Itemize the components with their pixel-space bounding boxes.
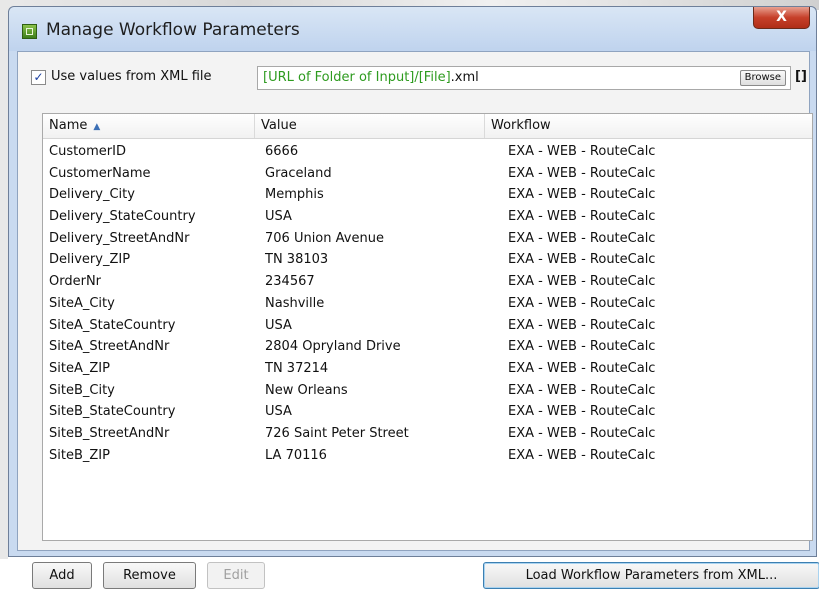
cell-value: 234567 [265, 274, 315, 290]
column-header-value[interactable]: Value [255, 114, 485, 138]
xml-path-suffix: .xml [450, 70, 479, 85]
cell-value: 2804 Opryland Drive [265, 339, 401, 355]
cell-value: 706 Union Avenue [265, 230, 384, 246]
cell-workflow: EXA - WEB - RouteCalc [508, 209, 656, 225]
cell-name: SiteA_City [49, 295, 115, 311]
sort-ascending-icon: ▲ [93, 122, 101, 132]
cell-name: SiteA_StreetAndNr [49, 339, 170, 355]
table-header: Name ▲ Value Workflow [43, 114, 812, 139]
table-row[interactable]: SiteA_ZIP TN 37214 EXA - WEB - RouteCalc [43, 358, 812, 380]
cell-value: USA [265, 404, 292, 420]
cell-value: TN 37214 [265, 360, 329, 376]
table-row[interactable]: Delivery_StreetAndNr 706 Union Avenue EXA … [43, 228, 812, 250]
use-xml-checkbox[interactable]: ✓ [31, 70, 46, 85]
cell-name: CustomerID [49, 144, 126, 159]
cell-workflow: EXA - WEB - RouteCalc [508, 144, 656, 159]
table-row[interactable]: SiteB_StateCountry USA EXA - WEB - RouteCa… [43, 401, 812, 423]
table-row[interactable]: SiteB_City New Orleans EXA - WEB - RouteCa… [43, 380, 812, 402]
cell-workflow: EXA - WEB - RouteCalc [508, 447, 656, 463]
cell-value: USA [265, 209, 292, 225]
add-button[interactable]: Add [32, 562, 92, 589]
dialog-content: ✓ Use values from XML file [URL of Folde… [17, 51, 819, 589]
column-header-name[interactable]: Name ▲ [43, 114, 255, 138]
cell-name: Delivery_ZIP [49, 252, 131, 268]
cell-name: Delivery_City [49, 187, 135, 203]
cell-name: SiteB_StreetAndNr [49, 425, 170, 441]
cell-workflow: EXA - WEB - RouteCalc [508, 187, 656, 203]
table-row[interactable]: Delivery_ZIP TN 38103 EXA - WEB - RouteCal… [43, 249, 812, 271]
load-workflow-parameters-button[interactable]: Load Workflow Parameters from XML... [483, 562, 819, 589]
cell-workflow: EXA - WEB - RouteCalc [508, 165, 656, 181]
cell-workflow: EXA - WEB - RouteCalc [508, 404, 656, 420]
table-row[interactable]: SiteB_StreetAndNr 726 Saint Peter Street E… [43, 423, 812, 445]
table-row[interactable]: CustomerID 6666 EXA - WEB - RouteCalc [43, 141, 812, 163]
column-header-workflow[interactable]: Workflow [485, 114, 814, 138]
xml-path-variable: [URL of Folder of Input]/[File] [263, 70, 451, 85]
cell-workflow: EXA - WEB - RouteCalc [508, 295, 656, 311]
parameters-table: Name ▲ Value Workflow CustomerID 6666 EXA -… [42, 113, 813, 541]
browse-button[interactable]: Browse [739, 70, 786, 86]
table-row[interactable]: Delivery_City Memphis EXA - WEB - RouteCal… [43, 184, 812, 206]
cell-value: LA 70116 [265, 447, 327, 463]
table-row[interactable]: SiteB_ZIP LA 70116 EXA - WEB - RouteCalc [43, 445, 812, 467]
cell-value: Memphis [265, 187, 324, 203]
variable-insert-button[interactable]: [] [795, 69, 807, 84]
cell-name: SiteB_City [49, 382, 115, 398]
column-header-name-label: Name [49, 118, 88, 133]
remove-button[interactable]: Remove [103, 562, 196, 589]
table-row[interactable]: OrderNr 234567 EXA - WEB - RouteCalc [43, 271, 812, 293]
xml-path-input[interactable]: [URL of Folder of Input]/[File].xml Brow… [257, 66, 791, 90]
cell-value: New Orleans [265, 382, 348, 398]
table-row[interactable]: SiteA_StateCountry USA EXA - WEB - RouteCa… [43, 315, 812, 337]
cell-name: Delivery_StateCountry [49, 209, 196, 225]
cell-workflow: EXA - WEB - RouteCalc [508, 252, 656, 268]
dialog-window: Manage Workflow Parameters X ✓ Use value… [8, 6, 819, 589]
edit-button[interactable]: Edit [207, 562, 265, 589]
cell-workflow: EXA - WEB - RouteCalc [508, 382, 656, 398]
cell-workflow: EXA - WEB - RouteCalc [508, 317, 656, 333]
cell-name: SiteA_StateCountry [49, 317, 176, 333]
cell-value: Nashville [265, 295, 325, 311]
table-row[interactable]: CustomerName Graceland EXA - WEB - RouteCa… [43, 163, 812, 185]
cell-value: 6666 [265, 144, 299, 159]
workflow-app-icon [22, 24, 37, 39]
window-title: Manage Workflow Parameters [46, 20, 300, 40]
cell-workflow: EXA - WEB - RouteCalc [508, 425, 656, 441]
cell-workflow: EXA - WEB - RouteCalc [508, 360, 656, 376]
cell-value: Graceland [265, 165, 332, 181]
table-row[interactable]: SiteA_StreetAndNr 2804 Opryland Drive EXA … [43, 336, 812, 358]
cell-value: TN 38103 [265, 252, 329, 268]
cell-name: Delivery_StreetAndNr [49, 230, 190, 246]
table-body: CustomerID 6666 EXA - WEB - RouteCalc Custo… [43, 141, 812, 466]
cell-name: OrderNr [49, 274, 102, 290]
table-row[interactable]: Delivery_StateCountry USA EXA - WEB - Rout… [43, 206, 812, 228]
cell-name: SiteB_ZIP [49, 447, 110, 463]
cell-name: CustomerName [49, 165, 151, 181]
background-left [0, 0, 8, 559]
cell-name: SiteA_ZIP [49, 360, 110, 376]
cell-value: 726 Saint Peter Street [265, 425, 409, 441]
cell-workflow: EXA - WEB - RouteCalc [508, 230, 656, 246]
cell-workflow: EXA - WEB - RouteCalc [508, 274, 656, 290]
cell-name: SiteB_StateCountry [49, 404, 176, 420]
table-row[interactable]: SiteA_City Nashville EXA - WEB - RouteCalc [43, 293, 812, 315]
close-button[interactable]: X [753, 7, 810, 29]
title-bar[interactable]: Manage Workflow Parameters X [9, 7, 816, 51]
cell-workflow: EXA - WEB - RouteCalc [508, 339, 656, 355]
use-xml-label[interactable]: Use values from XML file [51, 69, 212, 84]
cell-value: USA [265, 317, 292, 333]
